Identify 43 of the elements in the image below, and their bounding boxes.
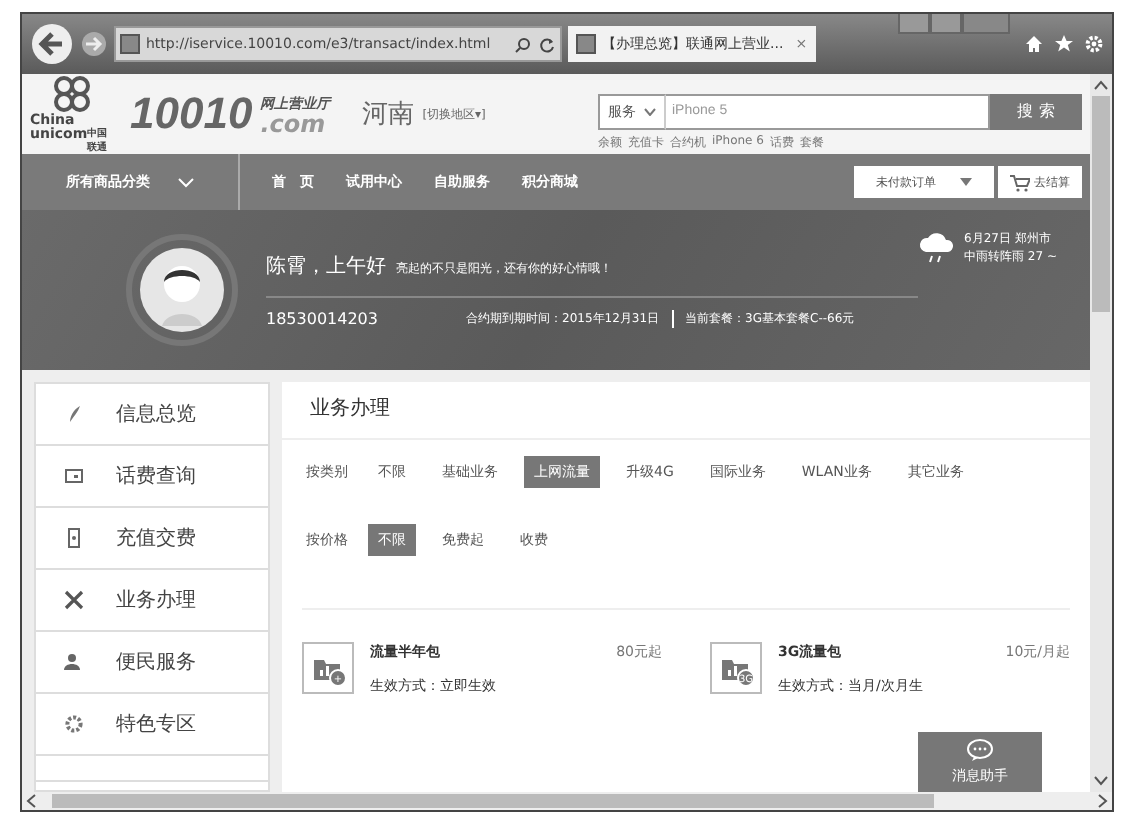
cart-icon [1010, 173, 1030, 191]
scroll-left-icon[interactable] [26, 794, 36, 808]
sidebar-item[interactable]: 特色专区 [36, 694, 268, 756]
wallet-icon [64, 466, 84, 486]
rain-cloud-icon [918, 230, 958, 266]
scroll-thumb[interactable] [1092, 96, 1110, 312]
refresh-icon[interactable] [538, 35, 556, 53]
sidebar-item[interactable]: 信息总览 [36, 384, 268, 446]
people-icon [64, 652, 84, 672]
caret-icon [178, 177, 194, 187]
scroll-up-icon[interactable] [1094, 80, 1108, 90]
sidebar-item[interactable]: 充值交费 [36, 508, 268, 570]
sidebar-item[interactable]: 便民服务 [36, 632, 268, 694]
star-icon[interactable] [1054, 34, 1074, 54]
avatar-icon [126, 234, 238, 346]
phone-icon [64, 528, 84, 548]
scroll-down-icon[interactable] [1094, 776, 1108, 786]
sidebar-item[interactable]: 业务办理 [36, 570, 268, 632]
home-icon[interactable] [1024, 34, 1044, 54]
caret-icon [960, 178, 972, 186]
leaf-icon [64, 404, 84, 424]
greeting-text: 陈霄，上午好 [266, 253, 386, 280]
brand-domain: .com [260, 114, 328, 134]
search-button[interactable]: 搜 索 [990, 93, 1082, 129]
scroll-right-icon[interactable] [1098, 794, 1108, 808]
forward-button[interactable] [80, 30, 108, 58]
phone-number: 18530014203 [266, 310, 378, 328]
gear-icon [64, 714, 84, 734]
search-icon[interactable] [514, 35, 532, 53]
caret-icon [644, 107, 656, 115]
sidebar-item[interactable]: 话费查询 [36, 446, 268, 508]
horizontal-scrollbar[interactable] [22, 792, 1112, 810]
tools-icon [64, 590, 84, 610]
scroll-thumb[interactable] [52, 794, 934, 808]
chat-bubble-icon [966, 738, 994, 762]
settings-icon[interactable] [1084, 34, 1104, 54]
brand-number: 10010 [130, 88, 253, 140]
section-title: 业务办理 [282, 382, 1090, 440]
back-button[interactable] [30, 22, 74, 66]
page-icon [576, 34, 596, 54]
vertical-scrollbar[interactable] [1090, 74, 1112, 792]
region-name: 河南 [362, 98, 415, 132]
page-icon [120, 34, 140, 54]
